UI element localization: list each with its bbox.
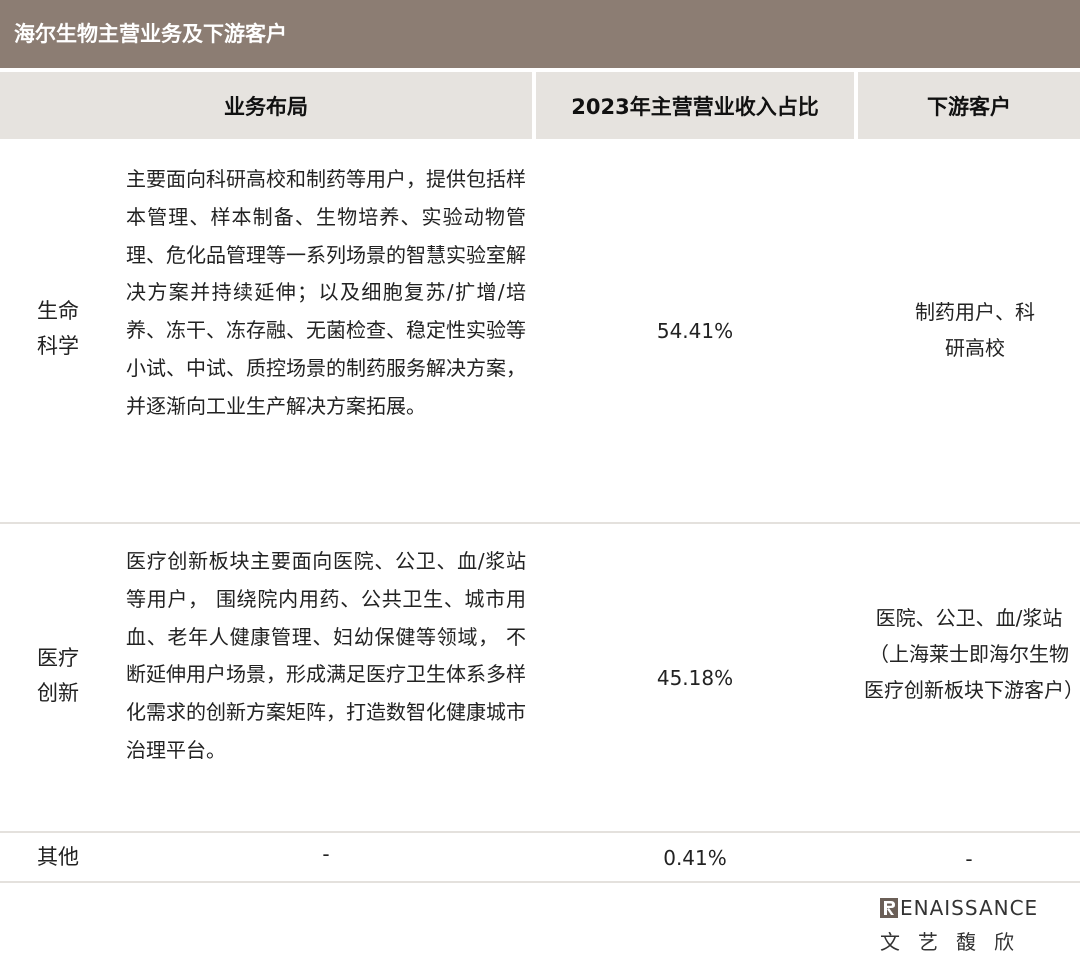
row-customers: 制药用户、科研高校 — [915, 300, 1035, 360]
row-description: 主要面向科研高校和制药等用户，提供包括样本管理、样本制备、生物培养、实验动物管理… — [126, 167, 526, 418]
logo-chinese-text: 文艺馥欣 — [880, 930, 1032, 954]
table-title: 海尔生物主营业务及下游客户 — [0, 0, 1080, 68]
logo-english-text: ENAISSANCE — [900, 896, 1039, 920]
row-share: 54.41% — [656, 319, 734, 343]
header-customers: 下游客户 — [858, 72, 1080, 139]
row-divider — [0, 881, 1080, 883]
row-description: 医疗创新板块主要面向医院、公卫、血/浆站等用户， 围绕院内用药、公共卫生、城市用… — [126, 549, 526, 762]
header-business: 业务布局 — [0, 72, 532, 139]
row-share: 0.41% — [663, 846, 727, 870]
row-description: - — [322, 842, 330, 866]
renaissance-logo: ENAISSANCE 文艺馥欣 — [880, 896, 1064, 955]
row-share: 45.18% — [656, 666, 734, 690]
row-category: 医疗创新 — [37, 646, 79, 705]
row-category: 其他 — [37, 845, 79, 869]
renaissance-r-mark-icon — [880, 898, 898, 918]
row-customers: - — [965, 847, 973, 871]
row-customers: 医院、公卫、血/浆站（上海莱士即海尔生物医疗创新板块下游客户） — [864, 606, 1080, 702]
table-row: 其他 - 0.41% - — [0, 832, 1080, 882]
row-category: 生命科学 — [37, 299, 79, 358]
table-row: 生命科学 主要面向科研高校和制药等用户，提供包括样本管理、样本制备、生物培养、实… — [0, 139, 1080, 523]
header-revenue-share: 2023年主营营业收入占比 — [536, 72, 854, 139]
table-row: 医疗创新 医疗创新板块主要面向医院、公卫、血/浆站等用户， 围绕院内用药、公共卫… — [0, 523, 1080, 832]
